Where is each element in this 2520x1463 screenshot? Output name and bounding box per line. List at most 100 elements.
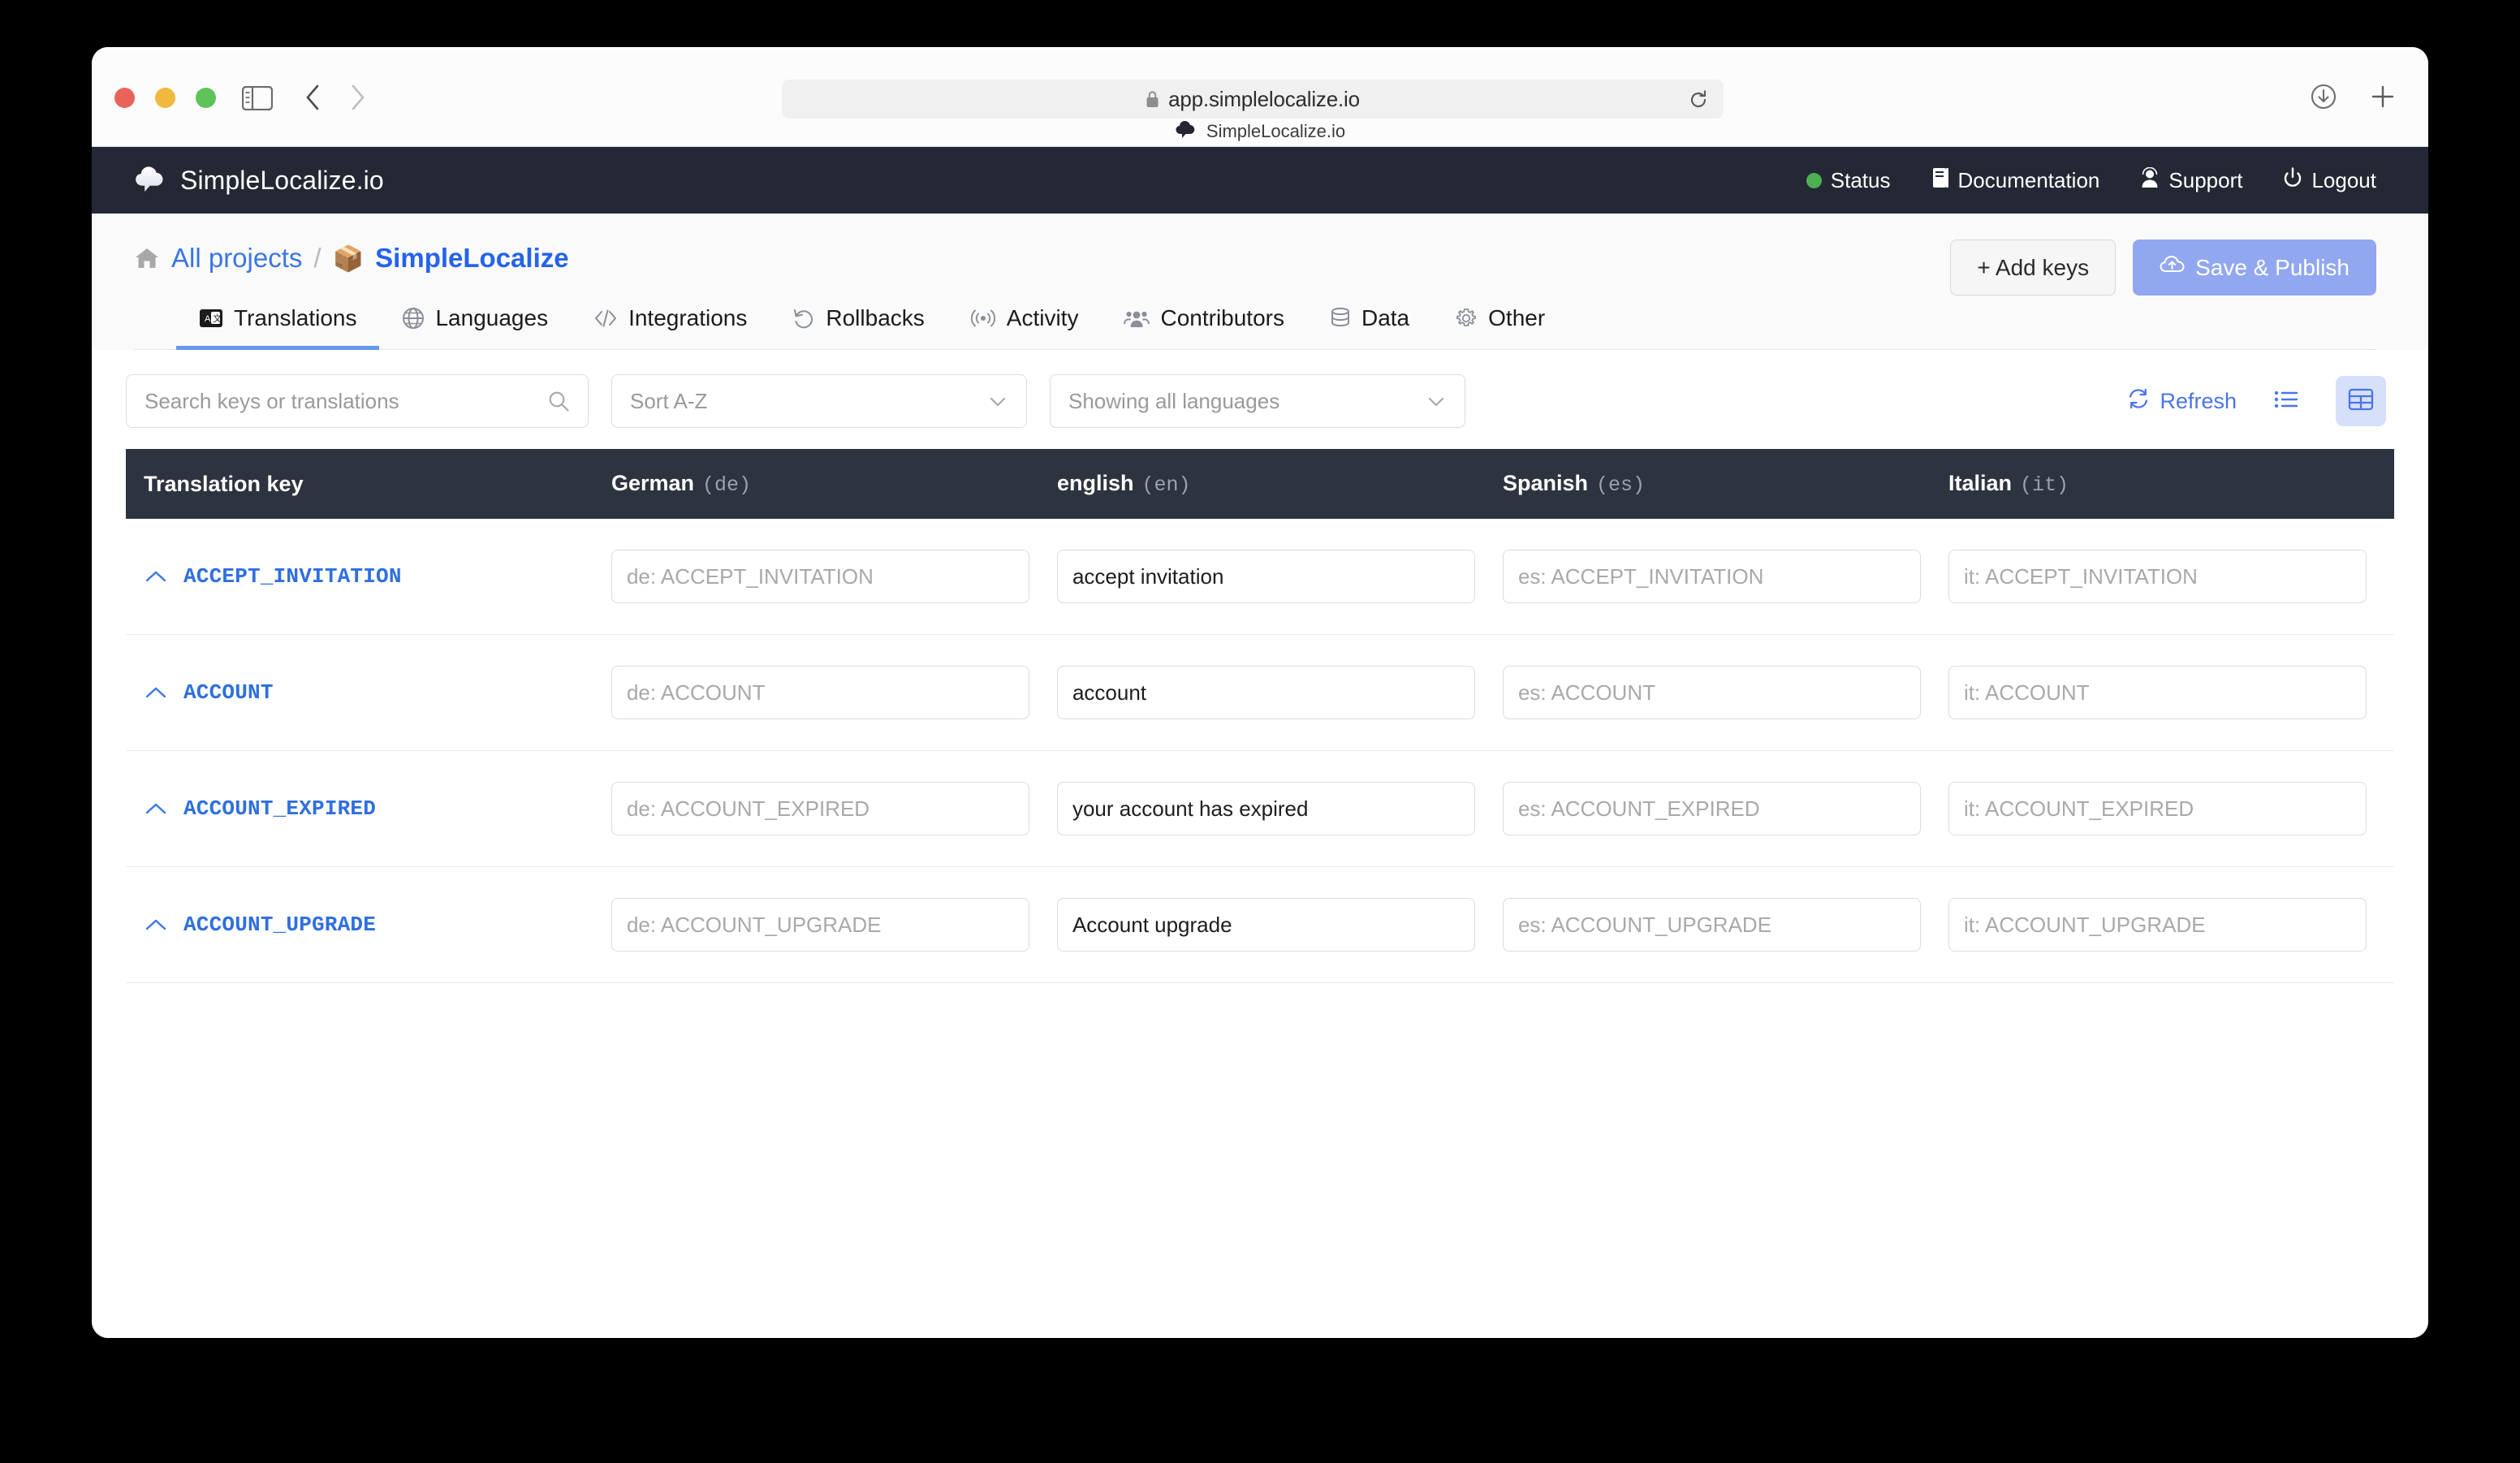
forward-chevron-icon[interactable] [351, 84, 365, 115]
translation-key-label[interactable]: ACCOUNT_UPGRADE [183, 913, 376, 937]
back-chevron-icon[interactable] [305, 84, 320, 115]
table-row: ACCOUNT de: ACCOUNT account es: ACCOUNT it: … [126, 635, 2394, 751]
tab-translations[interactable]: A文 Translations [176, 294, 380, 350]
tab-activity[interactable]: Activity [947, 294, 1102, 350]
translation-input-es[interactable]: es: ACCOUNT_UPGRADE [1502, 898, 1921, 952]
translation-key-label[interactable]: ACCOUNT_EXPIRED [183, 796, 376, 821]
translation-input-de[interactable]: de: ACCOUNT [611, 666, 1029, 719]
translation-input-en[interactable]: accept invitation [1056, 550, 1475, 603]
column-header-en-code: (en) [1141, 473, 1191, 497]
translation-input-es[interactable]: es: ACCEPT_INVITATION [1502, 550, 1921, 603]
app-brand[interactable]: SimpleLocalize.io [134, 163, 384, 198]
nav-link-status[interactable]: Status [1806, 168, 1891, 193]
chevron-up-icon[interactable] [144, 684, 168, 701]
translation-input-it[interactable]: it: ACCOUNT [1948, 666, 2367, 719]
translation-input-it[interactable]: it: ACCEPT_INVITATION [1948, 550, 2367, 603]
tab-integrations[interactable]: Integrations [571, 294, 770, 350]
add-keys-button[interactable]: + Add keys [1950, 240, 2117, 296]
new-tab-plus-icon[interactable] [2370, 84, 2396, 114]
chevron-up-icon[interactable] [144, 917, 168, 933]
tab-activity-label: Activity [1006, 305, 1079, 330]
translation-input-en[interactable]: your account has expired [1056, 782, 1475, 835]
tab-languages-label: Languages [435, 305, 549, 330]
code-brackets-icon [593, 308, 618, 329]
sidebar-toggle-icon[interactable] [242, 86, 273, 110]
translation-cell-it: it: ACCOUNT [1948, 666, 2394, 719]
nav-link-documentation[interactable]: Documentation [1931, 167, 2099, 194]
chevron-up-icon[interactable] [144, 568, 168, 585]
translation-input-en[interactable]: account [1056, 666, 1475, 719]
translation-input-de[interactable]: de: ACCEPT_INVITATION [611, 550, 1029, 603]
translation-input-it-text: it: ACCOUNT [1963, 680, 2090, 705]
home-icon[interactable] [134, 246, 160, 270]
translation-key-cell: ACCOUNT_EXPIRED [144, 796, 611, 821]
people-icon [1124, 308, 1150, 329]
tab-data[interactable]: Data [1307, 294, 1432, 350]
column-header-es-name: Spanish [1502, 471, 1588, 495]
tab-translations-label: Translations [234, 305, 357, 330]
column-header-it: Italian (it) [1948, 471, 2394, 497]
translation-input-es[interactable]: es: ACCOUNT_EXPIRED [1502, 782, 1921, 835]
list-view-icon [2273, 388, 2299, 415]
nav-link-logout[interactable]: Logout [2283, 166, 2376, 194]
translation-key-cell: ACCEPT_INVITATION [144, 564, 611, 589]
tab-other-label: Other [1488, 305, 1546, 330]
maximize-window-button[interactable] [196, 88, 216, 108]
book-icon [1931, 167, 1949, 194]
simplelocalize-cloud-icon [1175, 119, 1196, 144]
translation-cell-it: it: ACCEPT_INVITATION [1948, 550, 2394, 603]
address-bar[interactable]: app.simplelocalize.io [782, 80, 1724, 119]
translation-input-es[interactable]: es: ACCOUNT [1502, 666, 1921, 719]
app-navbar-links: Status Documentation Support Logout [1806, 166, 2376, 194]
cloud-logo-icon [134, 163, 165, 198]
refresh-button[interactable]: Refresh [2127, 387, 2237, 416]
search-input[interactable]: Search keys or translations [126, 374, 589, 428]
column-header-it-code: (it) [2020, 473, 2069, 497]
sort-select[interactable]: Sort A-Z [611, 374, 1027, 428]
search-input-placeholder: Search keys or translations [145, 388, 399, 413]
tab-contributors[interactable]: Contributors [1101, 294, 1307, 350]
translate-icon: A文 [199, 308, 223, 329]
list-view-button[interactable] [2261, 376, 2311, 426]
search-icon[interactable] [547, 390, 570, 412]
language-filter-select[interactable]: Showing all languages [1050, 374, 1465, 428]
close-window-button[interactable] [114, 88, 135, 108]
tab-languages[interactable]: Languages [379, 294, 571, 350]
translation-input-de-text: de: ACCOUNT [626, 680, 766, 705]
grid-view-button[interactable] [2336, 376, 2386, 426]
translation-input-en[interactable]: Account upgrade [1056, 898, 1475, 952]
project-package-icon: 📦 [332, 244, 365, 273]
translation-key-label[interactable]: ACCEPT_INVITATION [183, 564, 402, 589]
tab-other[interactable]: Other [1432, 294, 1568, 350]
nav-link-support[interactable]: Support [2140, 166, 2242, 194]
chevron-up-icon[interactable] [144, 801, 168, 817]
app-navbar: SimpleLocalize.io Status Documentation S… [92, 147, 2428, 214]
save-and-publish-label: Save & Publish [2195, 254, 2350, 280]
translation-input-de[interactable]: de: ACCOUNT_UPGRADE [611, 898, 1029, 952]
translation-input-it[interactable]: it: ACCOUNT_UPGRADE [1948, 898, 2367, 952]
language-filter-value: Showing all languages [1068, 388, 1280, 413]
breadcrumb-project-name[interactable]: SimpleLocalize [375, 243, 568, 274]
favorite-label[interactable]: SimpleLocalize.io [1206, 121, 1345, 142]
translation-cell-es: es: ACCOUNT [1502, 666, 1948, 719]
translation-input-it[interactable]: it: ACCOUNT_EXPIRED [1948, 782, 2367, 835]
tab-rollbacks[interactable]: Rollbacks [770, 294, 947, 350]
column-header-de-name: German [611, 471, 695, 495]
column-header-es: Spanish (es) [1503, 471, 1948, 497]
translations-table: Translation key German (de) english (en)… [92, 449, 2428, 1004]
minimize-window-button[interactable] [155, 88, 175, 108]
table-row: ACCOUNT_UPGRADE de: ACCOUNT_UPGRADE Accoun… [126, 867, 2394, 983]
save-and-publish-button[interactable]: Save & Publish [2133, 240, 2376, 296]
translation-input-de[interactable]: de: ACCOUNT_EXPIRED [611, 782, 1029, 835]
translation-cell-de: de: ACCEPT_INVITATION [611, 550, 1057, 603]
broadcast-icon [970, 308, 996, 329]
downloads-icon[interactable] [2310, 83, 2337, 114]
navigation-arrows [305, 84, 365, 115]
tab-data-label: Data [1361, 305, 1410, 330]
column-header-en-name: english [1056, 471, 1134, 495]
translation-cell-de: de: ACCOUNT [611, 666, 1057, 719]
breadcrumb-all-projects[interactable]: All projects [171, 243, 302, 274]
svg-text:A: A [205, 314, 211, 324]
reload-icon[interactable] [1688, 89, 1709, 114]
translation-key-label[interactable]: ACCOUNT [183, 680, 274, 705]
